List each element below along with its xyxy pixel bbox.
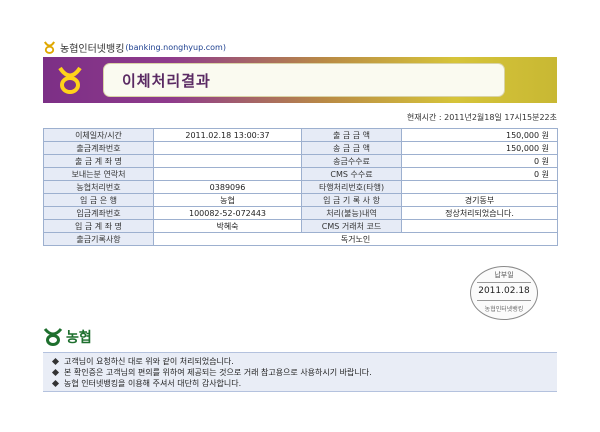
table-value-cell: 100082-52-072443 (153, 206, 302, 220)
notice-text: 본 확인증은 고객님의 편의를 위하여 제공되는 것으로 거래 참고용으로 사용… (64, 368, 372, 377)
table-value-cell (153, 167, 302, 181)
table-label-cell: CMS 거래처 코드 (301, 219, 402, 233)
diamond-bullet-icon (51, 379, 60, 388)
table-value-cell: 정상처리되었습니다. (401, 206, 558, 220)
stamp-divider (477, 282, 531, 283)
table-label-cell: 타행처리번호(타행) (301, 180, 402, 194)
table-label-cell: 출금계좌번호 (43, 141, 154, 155)
notice-text: 고객님이 요청하신 대로 위와 같이 처리되었습니다. (64, 357, 234, 366)
table-row: 보내는분 연락처 CMS 수수료 0 원 (43, 167, 558, 181)
table-label-cell: 송금수수료 (301, 154, 402, 168)
table-label-cell: 이체일자/시간 (43, 128, 154, 142)
footer-logo-text: 농협 (66, 330, 92, 346)
table-label-cell: 입 금 계 좌 명 (43, 219, 154, 233)
table-value-cell: 농협 (153, 193, 302, 207)
table-value-cell: 0 원 (401, 154, 558, 168)
diamond-bullet-icon (51, 357, 60, 366)
table-label-cell: 출금기록사항 (43, 232, 154, 246)
table-row: 입 금 계 좌 명 박혜숙 CMS 거래처 코드 (43, 219, 558, 233)
table-value-cell: 0 원 (401, 167, 558, 181)
title-banner: 이체처리결과 (43, 57, 557, 103)
table-value-cell: 경기동부 (401, 193, 558, 207)
table-label-cell: 농협처리번호 (43, 180, 154, 194)
stamp-label: 납부일 (494, 271, 514, 279)
table-row: 이체일자/시간 2011.02.18 13:00:37 출 금 금 액 150,000… (43, 128, 558, 142)
table-value-cell: 2011.02.18 13:00:37 (153, 128, 302, 142)
table-row: 농협처리번호 0389096 타행처리번호(타행) (43, 180, 558, 194)
footer-logo: 농협 (43, 327, 92, 347)
current-time: 현재시간 : 2011년2월18일 17시15분22초 (406, 113, 557, 122)
nonghyup-logo-icon (43, 328, 63, 346)
table-label-cell: 입금계좌번호 (43, 206, 154, 220)
table-row: 출금계좌번호 송 금 금 액 150,000 원 (43, 141, 558, 155)
table-label-cell: 처리(불능)내역 (301, 206, 402, 220)
table-row: 출금기록사항 독거노인 (43, 232, 558, 246)
diamond-bullet-icon (51, 368, 60, 377)
table-value-cell: 150,000 원 (401, 141, 558, 155)
notice-item: 본 확인증은 고객님의 편의를 위하여 제공되는 것으로 거래 참고용으로 사용… (51, 367, 372, 378)
table-value-cell (401, 219, 558, 233)
site-url: (banking.nonghyup.com) (125, 42, 226, 52)
site-header: 농협인터넷뱅킹 (banking.nonghyup.com) (43, 40, 226, 55)
page-title: 이체처리결과 (122, 72, 211, 90)
stamp-bank-name: 농협인터넷뱅킹 (484, 306, 524, 313)
notice-item: 고객님이 요청하신 대로 위와 같이 처리되었습니다. (51, 356, 234, 367)
notice-box: 고객님이 요청하신 대로 위와 같이 처리되었습니다. 본 확인증은 고객님의 … (43, 352, 557, 392)
table-row: 입금계좌번호 100082-52-072443 처리(불능)내역 정상처리되었습니다. (43, 206, 558, 220)
stamp-date: 2011.02.18 (478, 286, 530, 296)
table-label-cell: CMS 수수료 (301, 167, 402, 181)
table-value-cell (153, 154, 302, 168)
table-row: 출 금 계 좌 명 송금수수료 0 원 (43, 154, 558, 168)
table-value-cell: 150,000 원 (401, 128, 558, 142)
table-label-cell: 출 금 계 좌 명 (43, 154, 154, 168)
table-label-cell: 출 금 금 액 (301, 128, 402, 142)
table-body: 이체일자/시간 2011.02.18 13:00:37 출 금 금 액 150,000… (43, 128, 558, 246)
table-value-cell: 박혜숙 (153, 219, 302, 233)
banner-title-box: 이체처리결과 (103, 63, 505, 97)
table-label-cell: 송 금 금 액 (301, 141, 402, 155)
table-label-cell: 보내는분 연락처 (43, 167, 154, 181)
table-value-cell (153, 141, 302, 155)
table-value-cell: 독거노인 (153, 232, 558, 246)
table-row: 입 금 은 행 농협 입 금 기 록 사 항 경기동부 (43, 193, 558, 207)
table-label-cell: 입 금 기 록 사 항 (301, 193, 402, 207)
nonghyup-emblem-icon (58, 66, 82, 94)
table-value-cell (401, 180, 558, 194)
table-label-cell: 입 금 은 행 (43, 193, 154, 207)
payment-stamp: 납부일 2011.02.18 농협인터넷뱅킹 (470, 266, 538, 320)
notice-text: 농협 인터넷뱅킹을 이용해 주셔서 대단히 감사합니다. (64, 379, 242, 388)
nonghyup-logo-icon (43, 40, 56, 54)
transfer-result-table: 이체일자/시간 2011.02.18 13:00:37 출 금 금 액 150,000… (43, 128, 558, 246)
stamp-divider (477, 300, 531, 301)
site-title: 농협인터넷뱅킹 (60, 43, 125, 55)
notice-item: 농협 인터넷뱅킹을 이용해 주셔서 대단히 감사합니다. (51, 378, 242, 389)
table-value-cell: 0389096 (153, 180, 302, 194)
